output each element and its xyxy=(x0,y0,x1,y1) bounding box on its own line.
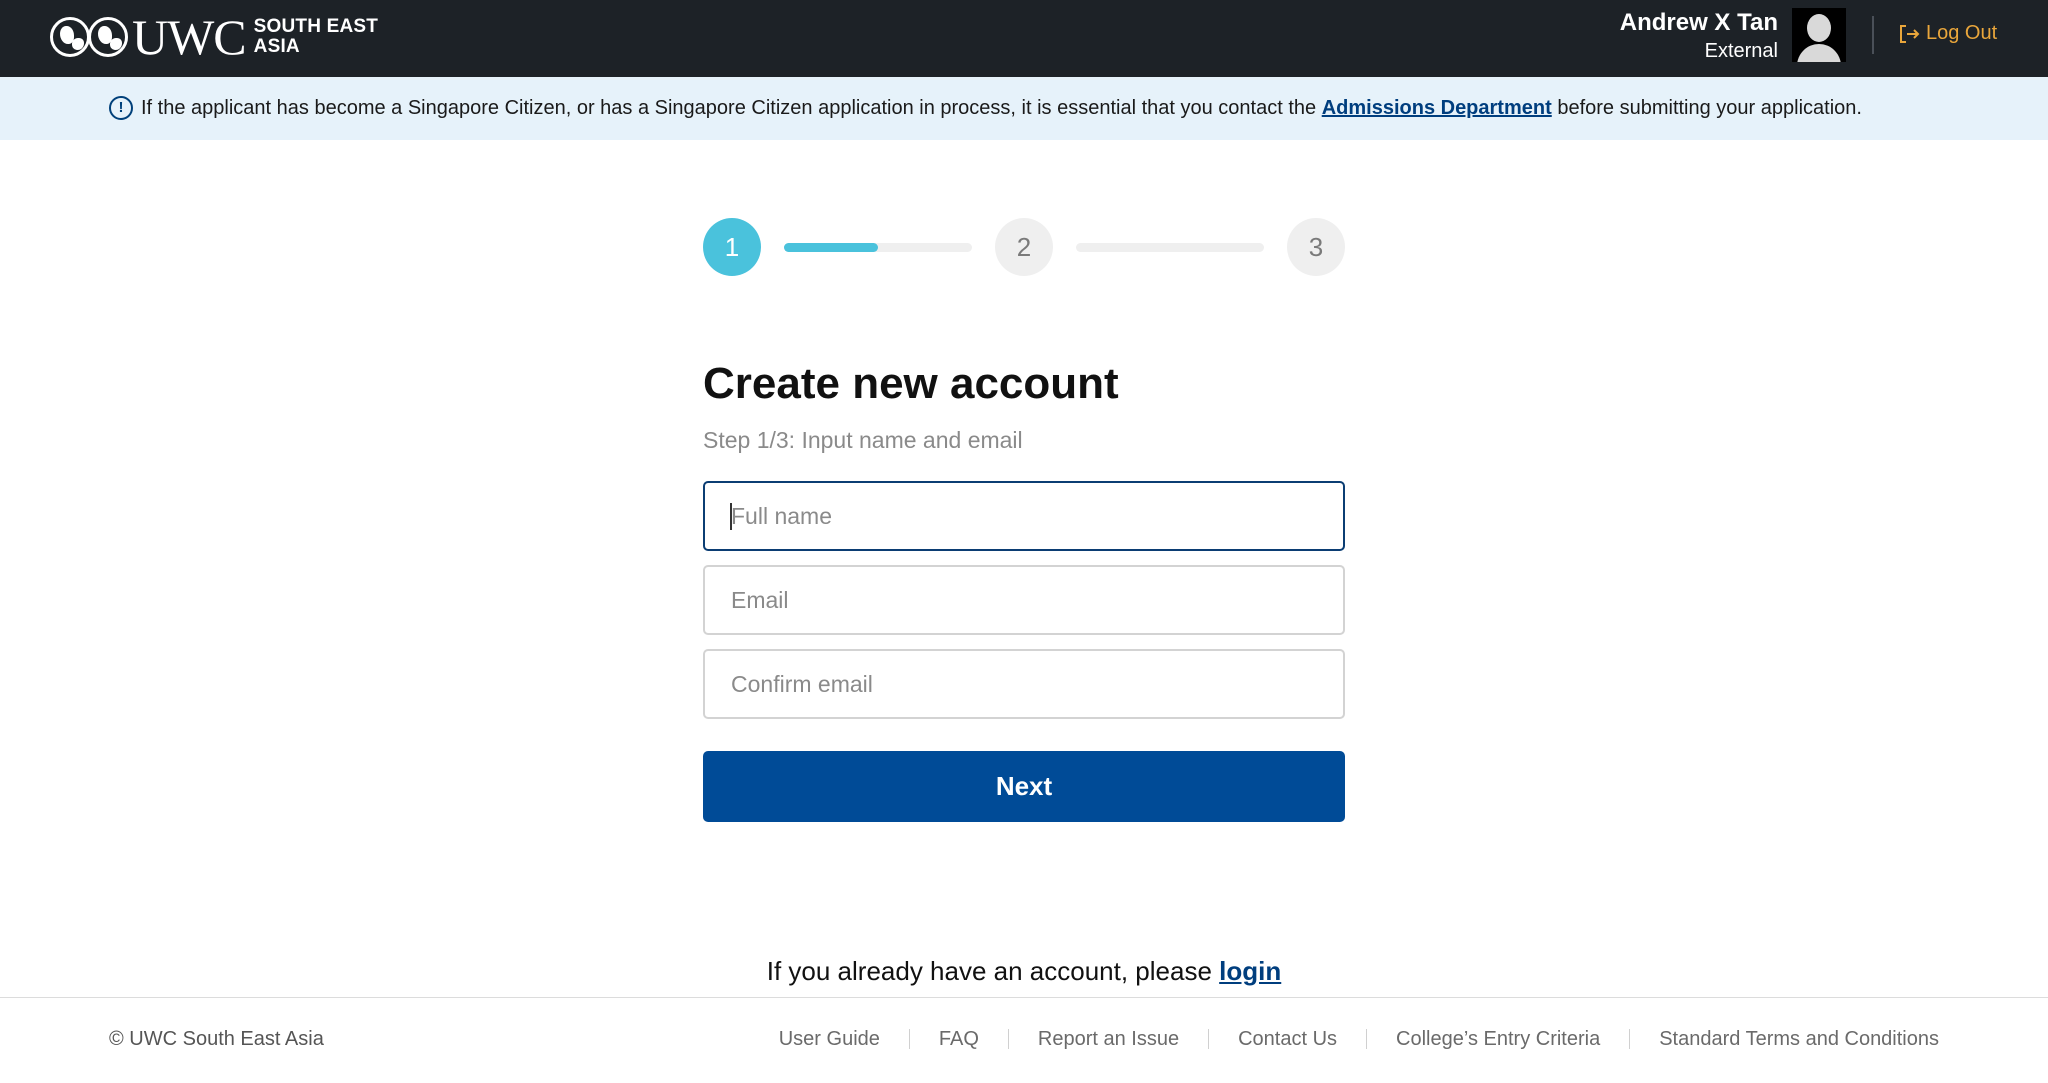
footer-link-contact-us[interactable]: Contact Us xyxy=(1238,1026,1337,1052)
login-prompt-text: If you already have an account, please xyxy=(766,956,1212,986)
info-icon: ! xyxy=(109,96,133,120)
email-input[interactable] xyxy=(703,565,1345,635)
notice-text: If the applicant has become a Singapore … xyxy=(141,95,1862,121)
logo-text: UWC xyxy=(132,9,247,65)
login-prompt: If you already have an account, please l… xyxy=(0,954,2048,988)
login-link[interactable]: login xyxy=(1219,956,1281,986)
step-1-indicator: 1 xyxy=(703,218,761,276)
next-button[interactable]: Next xyxy=(703,751,1345,822)
footer-link-user-guide[interactable]: User Guide xyxy=(779,1026,880,1052)
footer-separator xyxy=(1366,1029,1368,1049)
footer-separator xyxy=(1007,1029,1009,1049)
logo-subtitle: SOUTH EAST ASIA xyxy=(254,17,378,57)
full-name-input[interactable] xyxy=(703,481,1345,551)
footer-separator xyxy=(908,1029,910,1049)
step-1-progress-fill xyxy=(784,243,878,252)
avatar[interactable] xyxy=(1792,8,1846,62)
notice-text-after: before submitting your application. xyxy=(1557,97,1862,119)
step-3-indicator: 3 xyxy=(1287,218,1345,276)
user-info: Andrew X Tan External xyxy=(1620,8,1778,64)
logout-icon xyxy=(1900,24,1920,43)
footer-link-report-issue[interactable]: Report an Issue xyxy=(1038,1026,1179,1052)
footer-link-terms[interactable]: Standard Terms and Conditions xyxy=(1659,1026,1939,1052)
copyright-text: © UWC South East Asia xyxy=(109,1028,324,1050)
globe-icon xyxy=(50,17,90,57)
text-cursor xyxy=(730,503,732,530)
footer-divider xyxy=(0,997,2048,998)
logo-subtitle-line2: ASIA xyxy=(253,36,300,57)
user-name: Andrew X Tan xyxy=(1619,9,1778,36)
footer-link-entry-criteria[interactable]: College’s Entry Criteria xyxy=(1396,1026,1600,1052)
confirm-email-input[interactable] xyxy=(703,649,1345,719)
uwc-logo[interactable]: UWC SOUTH EAST ASIA xyxy=(50,12,378,62)
top-navigation-bar: UWC SOUTH EAST ASIA Andrew X Tan Externa… xyxy=(0,0,2048,77)
globe-icon xyxy=(88,17,128,57)
avatar-head xyxy=(1807,14,1831,42)
step-subtitle: Step 1/3: Input name and email xyxy=(703,427,1023,453)
admissions-department-link[interactable]: Admissions Department xyxy=(1322,97,1552,119)
step-1-progress-track xyxy=(784,243,972,252)
footer-link-faq[interactable]: FAQ xyxy=(939,1026,979,1052)
header-divider xyxy=(1872,16,1874,54)
logout-button[interactable]: Log Out xyxy=(1898,22,1997,45)
logout-label: Log Out xyxy=(1926,22,1998,44)
footer-links: User Guide FAQ Report an Issue Contact U… xyxy=(779,1026,1939,1052)
step-2-progress-track xyxy=(1076,243,1264,252)
step-2-indicator: 2 xyxy=(995,218,1053,276)
page-title: Create new account xyxy=(703,359,1119,408)
notice-text-before: If the applicant has become a Singapore … xyxy=(141,97,1317,119)
footer-separator xyxy=(1208,1029,1210,1049)
avatar-body xyxy=(1797,44,1841,62)
footer-separator xyxy=(1629,1029,1631,1049)
user-role: External xyxy=(1704,40,1778,62)
logo-subtitle-line1: SOUTH EAST xyxy=(253,16,379,37)
